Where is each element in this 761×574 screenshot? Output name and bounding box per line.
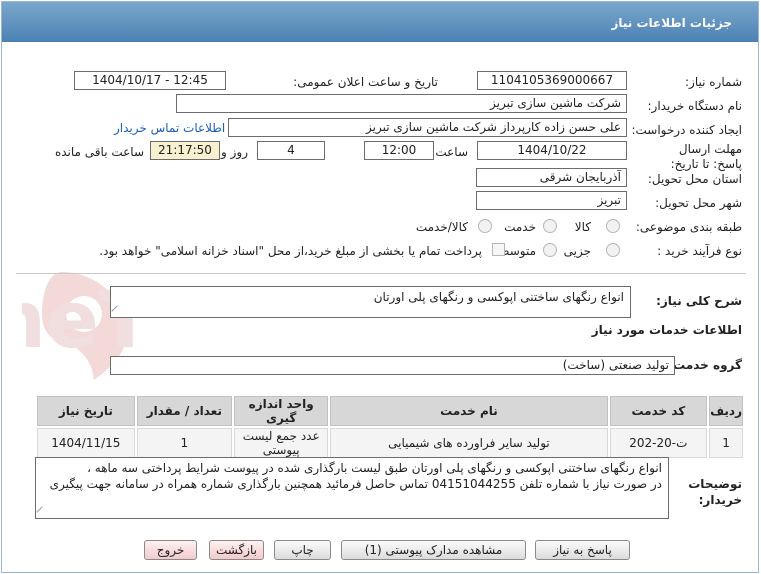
deadline-time-label: ساعت (435, 145, 468, 159)
col-unit: واحد اندازه گیری (234, 396, 329, 426)
back-button[interactable]: بازگشت (209, 540, 264, 560)
creator-field: علی حسن زاده کارپرداز شرکت ماشین سازی تب… (228, 118, 627, 137)
city-label: شهر محل تحویل: (655, 196, 742, 210)
cell-row: 1 (709, 428, 743, 458)
category-goods-radio[interactable] (606, 219, 620, 233)
process-medium-radio[interactable] (543, 243, 557, 257)
service-group-field: تولید صنعتی (ساخت) (110, 356, 675, 375)
summary-textarea: انواع رنگهای ساختنی اپوکسی و رنگهای پلی … (110, 286, 631, 318)
cell-service-code: ت-20-202 (609, 428, 708, 458)
services-section-title: اطلاعات خدمات مورد نیاز (591, 323, 742, 337)
resize-handle[interactable] (111, 305, 123, 317)
category-goods-service-label: کالا/خدمت (415, 220, 468, 234)
announce-datetime-field: 1404/10/17 - 12:45 (74, 71, 226, 90)
city-field: تبریز (476, 191, 627, 210)
deadline-time-field: 12:00 (364, 141, 434, 160)
cell-need-date: 1404/11/15 (37, 428, 135, 458)
category-service-radio[interactable] (543, 219, 557, 233)
category-label: طبقه بندی موضوعی: (635, 220, 742, 234)
cell-unit: عدد جمع لیست پیوستی (234, 428, 329, 458)
services-table: ردیف کد خدمت نام خدمت واحد اندازه گیری ت… (35, 394, 745, 460)
buyer-notes-textarea: انواع رنگهای ساختنی اپوکسی و رنگهای پلی … (35, 457, 669, 519)
col-service-code: کد خدمت (609, 396, 708, 426)
category-goods-service-radio[interactable] (478, 219, 492, 233)
cell-quantity: 1 (136, 428, 232, 458)
process-label: نوع فرآیند خرید : (657, 244, 742, 258)
province-field: آذربایجان شرقی (476, 168, 627, 187)
buyer-notes-line-2: در صورت نیاز با شماره تلفن 04151044255 ت… (49, 477, 662, 491)
reply-button[interactable]: پاسخ به نیاز (535, 540, 630, 560)
category-service-label: خدمت (504, 220, 536, 234)
summary-label: شرح کلی نیاز: (656, 294, 742, 308)
col-service-name: نام خدمت (330, 396, 608, 426)
table-row: 1 ت-20-202 تولید سایر فراورده های شیمیای… (37, 428, 743, 458)
treasury-payment-checkbox[interactable] (492, 243, 505, 256)
exit-button[interactable]: خروج (144, 540, 197, 560)
process-minor-label: جزیی (563, 244, 591, 258)
service-group-label: گروه خدمت: (668, 358, 742, 372)
panel-header: جزئیات اطلاعات نیاز (2, 2, 758, 42)
col-need-date: تاریخ نیاز (37, 396, 135, 426)
col-quantity: تعداد / مقدار (136, 396, 232, 426)
deadline-label: مهلت ارسال پاسخ: تا تاریخ: (670, 142, 742, 171)
need-number-field: 1104105369000667 (477, 71, 627, 90)
category-goods-label: کالا (574, 220, 591, 234)
days-label: روز و (221, 145, 248, 159)
divider (16, 273, 746, 274)
panel-title: جزئیات اطلاعات نیاز (611, 16, 732, 30)
resize-handle[interactable] (36, 506, 48, 518)
remaining-time-label: ساعت باقی مانده (54, 145, 144, 159)
buyer-notes-line-1: انواع رنگهای ساختنی اپوکسی و رنگهای پلی … (87, 461, 662, 475)
process-minor-radio[interactable] (606, 243, 620, 257)
announce-label: تاریخ و ساعت اعلان عمومی: (293, 75, 438, 89)
need-details-panel: جزئیات اطلاعات نیاز AriaTender.neT شماره… (1, 1, 759, 573)
remaining-time-field: 21:17:50 (150, 141, 220, 160)
view-attachments-button[interactable]: مشاهده مدارک پیوستی (1) (341, 540, 526, 560)
col-row: ردیف (709, 396, 743, 426)
treasury-payment-note: پرداخت تمام یا بخشی از مبلغ خرید،از محل … (99, 244, 482, 258)
print-button[interactable]: چاپ (274, 540, 331, 560)
province-label: استان محل تحویل: (647, 172, 742, 186)
table-header-row: ردیف کد خدمت نام خدمت واحد اندازه گیری ت… (37, 396, 743, 426)
days-remaining-field: 4 (257, 141, 325, 160)
buyer-org-label: نام دستگاه خریدار: (647, 99, 743, 113)
cell-service-name: تولید سایر فراورده های شیمیایی (330, 428, 608, 458)
buyer-org-field: شرکت ماشین سازی تبریز (176, 94, 627, 113)
deadline-date-field: 1404/10/22 (477, 141, 627, 160)
buyer-contact-link[interactable]: اطلاعات تماس خریدار (114, 121, 225, 135)
need-number-label: شماره نیاز: (685, 75, 742, 89)
creator-label: ایجاد کننده درخواست: (631, 123, 742, 137)
summary-text: انواع رنگهای ساختنی اپوکسی و رنگهای پلی … (373, 290, 624, 304)
buyer-notes-label: توضیحات خریدار: (688, 477, 742, 507)
